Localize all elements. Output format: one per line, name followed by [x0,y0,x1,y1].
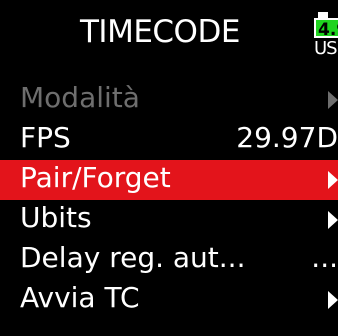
chevron-right-icon [328,291,338,309]
menu-item-label: Pair/Forget [20,161,171,194]
battery-icon: 4.9 USB [314,10,338,59]
menu-item-value: 29.97D [236,121,338,154]
menu-item-fps[interactable]: FPS 29.97D [0,120,338,160]
menu-item-value: ... [311,241,338,274]
menu-item-pair-forget[interactable]: Pair/Forget [0,160,338,200]
menu-item-label: Modalità [20,81,140,114]
screen-header: TIMECODE 4.9 USB [0,0,338,78]
chevron-right-icon [328,211,338,229]
chevron-right-icon [328,91,338,109]
menu-item-ubits[interactable]: Ubits [0,200,338,240]
power-source-label: USB [314,38,338,59]
menu-item-delay-reg-aut[interactable]: Delay reg. aut... ... [0,240,338,280]
menu-item-modalita[interactable]: Modalità [0,80,338,120]
menu-item-label: Delay reg. aut... [20,241,246,274]
screen-title: TIMECODE [80,14,240,50]
menu-item-label: FPS [20,121,71,154]
menu-item-label: Avvia TC [20,281,140,314]
menu-item-label: Ubits [20,201,92,234]
battery-level: 4.9 [314,18,338,38]
menu-item-avvia-tc[interactable]: Avvia TC [0,280,338,320]
chevron-right-icon [328,171,338,189]
